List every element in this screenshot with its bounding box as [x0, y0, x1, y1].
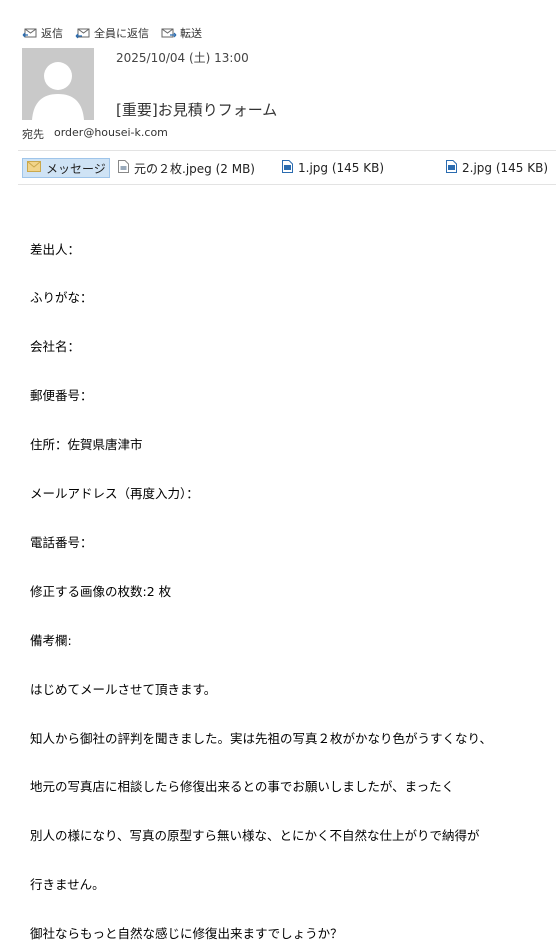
- attachment-name: 1.jpg (145 KB): [298, 161, 385, 175]
- envelope-icon: [27, 161, 41, 175]
- attachment-name: 2.jpg (145 KB): [462, 161, 549, 175]
- message-tab-label: メッセージ: [46, 161, 106, 176]
- jpg-file-icon: [446, 160, 457, 176]
- body-line: 差出人：: [30, 241, 81, 257]
- forward-label: 転送: [180, 27, 202, 40]
- body-line: 郵便番号：: [30, 388, 93, 404]
- subject-text: [重要]お見積りフォーム: [116, 101, 278, 119]
- body-line: 行きません。: [30, 877, 105, 893]
- body-line: 別人の様になり、写真の原型すら無い様な、とにかく不自然な仕上がりで納得が: [30, 828, 480, 844]
- toolbar: 返信 全員に返信 転送: [22, 24, 202, 42]
- body-line: 御社ならもっと自然な感じに修復出来ますでしょうか？: [30, 926, 343, 942]
- message-body: 差出人： ふりがな： 会社名： 郵便番号： 住所：佐賀県唐津市 メールアドレス（…: [30, 209, 556, 944]
- reply-all-button[interactable]: 全員に返信: [75, 25, 149, 41]
- body-line: 備考欄:: [30, 632, 72, 648]
- reply-all-label: 全員に返信: [94, 27, 149, 40]
- body-line: 電話番号：: [30, 534, 93, 550]
- to-label: 宛先: [22, 128, 44, 141]
- divider: [18, 184, 556, 185]
- to-row: 宛先 order@housei-k.com: [22, 126, 168, 142]
- body-line: はじめてメールさせて頂きます。: [30, 681, 217, 697]
- body-line: 会社名：: [30, 339, 81, 355]
- body-line: 知人から御社の評判を聞きました。実は先祖の写真２枚がかなり色がうすくなり、: [30, 730, 493, 746]
- divider: [18, 150, 556, 151]
- attachment-item[interactable]: 1.jpg (145 KB): [282, 158, 384, 178]
- body-line: ふりがな：: [30, 290, 93, 306]
- attachment-item[interactable]: 元の２枚.jpeg (2 MB): [118, 158, 255, 178]
- image-file-icon: [118, 160, 129, 176]
- reply-icon: [22, 26, 38, 40]
- avatar: [22, 48, 94, 120]
- reply-label: 返信: [41, 27, 63, 40]
- reply-all-icon: [75, 26, 91, 40]
- attachment-name: 元の２枚.jpeg (2 MB): [134, 161, 255, 176]
- body-line: 住所：佐賀県唐津市: [30, 437, 143, 453]
- person-icon: [32, 62, 84, 120]
- forward-icon: [161, 26, 177, 40]
- jpg-file-icon: [282, 160, 293, 176]
- attachment-item[interactable]: 2.jpg (145 KB): [446, 158, 548, 178]
- date-text: 2025/10/04 (土) 13:00: [116, 51, 249, 65]
- forward-button[interactable]: 転送: [161, 25, 202, 41]
- to-address[interactable]: order@housei-k.com: [54, 126, 168, 142]
- body-line: 修正する画像の枚数:2 枚: [30, 583, 172, 599]
- body-line: 地元の写真店に相談したら修復出来るとの事でお願いしましたが、まったく: [30, 779, 455, 795]
- body-line: メールアドレス（再度入力）：: [30, 486, 199, 502]
- message-tab[interactable]: メッセージ: [22, 158, 110, 178]
- reply-button[interactable]: 返信: [22, 25, 63, 41]
